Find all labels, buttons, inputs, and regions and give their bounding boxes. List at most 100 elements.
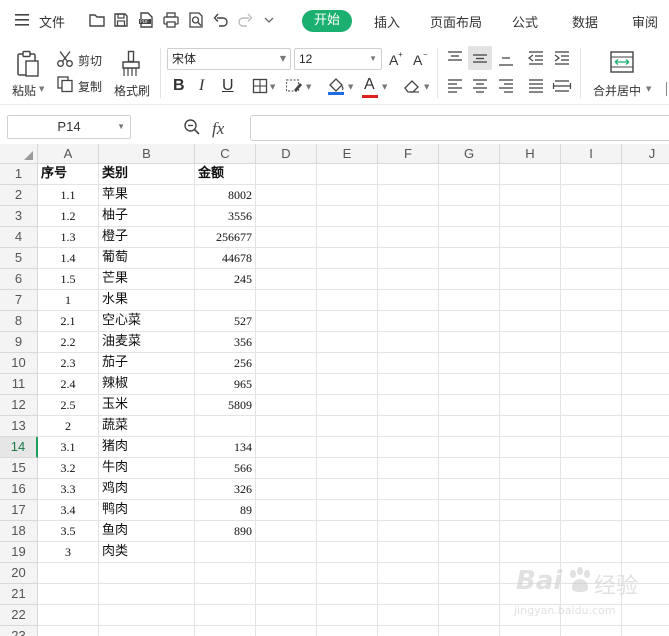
cell[interactable] — [99, 605, 195, 626]
cell[interactable] — [99, 563, 195, 584]
cell[interactable] — [256, 458, 317, 479]
cell[interactable] — [38, 563, 99, 584]
cell[interactable] — [378, 626, 439, 636]
print-icon[interactable] — [162, 11, 180, 29]
cell[interactable]: 1.4 — [38, 248, 99, 269]
cell[interactable] — [500, 269, 561, 290]
cell[interactable]: 1.2 — [38, 206, 99, 227]
cell[interactable] — [500, 521, 561, 542]
cell[interactable]: 类别 — [99, 164, 195, 185]
cell[interactable] — [378, 563, 439, 584]
merge-center-button[interactable]: 合并居中 — [593, 82, 641, 99]
cell[interactable] — [256, 290, 317, 311]
cell[interactable]: 油麦菜 — [99, 332, 195, 353]
cell[interactable] — [195, 290, 256, 311]
cell[interactable] — [439, 374, 500, 395]
cell[interactable] — [622, 332, 669, 353]
cell[interactable] — [256, 416, 317, 437]
cell[interactable] — [439, 542, 500, 563]
row-header[interactable]: 16 — [0, 479, 38, 500]
fill-color-icon[interactable] — [326, 76, 346, 96]
column-header[interactable]: D — [256, 144, 317, 164]
cell[interactable] — [439, 605, 500, 626]
cell[interactable] — [561, 521, 622, 542]
row-header[interactable]: 19 — [0, 542, 38, 563]
cell[interactable]: 玉米 — [99, 395, 195, 416]
cell[interactable] — [622, 395, 669, 416]
cell[interactable] — [317, 437, 378, 458]
tab-home[interactable]: 开始 — [302, 10, 352, 32]
cell[interactable] — [622, 374, 669, 395]
column-header[interactable]: B — [99, 144, 195, 164]
decrease-indent-icon[interactable] — [526, 48, 546, 68]
cell[interactable] — [561, 458, 622, 479]
cell[interactable]: 326 — [195, 479, 256, 500]
cell[interactable]: 3.1 — [38, 437, 99, 458]
row-header[interactable]: 14 — [0, 437, 38, 458]
cell[interactable] — [622, 248, 669, 269]
cell[interactable]: 橙子 — [99, 227, 195, 248]
cell[interactable] — [439, 395, 500, 416]
hamburger-menu-icon[interactable] — [14, 13, 30, 27]
cell[interactable] — [378, 248, 439, 269]
cell[interactable] — [256, 521, 317, 542]
cell[interactable] — [378, 206, 439, 227]
cell[interactable]: 2.3 — [38, 353, 99, 374]
cell[interactable]: 3.3 — [38, 479, 99, 500]
cell[interactable] — [439, 500, 500, 521]
row-header[interactable]: 20 — [0, 563, 38, 584]
cell[interactable] — [99, 584, 195, 605]
insert-function-button[interactable]: fx — [212, 119, 224, 139]
paste-dropdown-icon[interactable]: ▼ — [39, 85, 44, 93]
tab-page-layout[interactable]: 页面布局 — [430, 12, 482, 31]
cell[interactable] — [317, 500, 378, 521]
cell[interactable]: 葡萄 — [99, 248, 195, 269]
chevron-down-icon[interactable]: ▼ — [348, 83, 353, 91]
cell[interactable] — [378, 584, 439, 605]
cell[interactable] — [317, 353, 378, 374]
cell[interactable] — [378, 500, 439, 521]
row-header[interactable]: 21 — [0, 584, 38, 605]
cell[interactable] — [195, 626, 256, 636]
distributed-align-icon[interactable] — [552, 76, 572, 96]
merge-center-icon[interactable] — [609, 50, 635, 74]
cell[interactable]: 1.3 — [38, 227, 99, 248]
column-header[interactable]: I — [561, 144, 622, 164]
cell[interactable] — [561, 374, 622, 395]
cell[interactable]: 965 — [195, 374, 256, 395]
cell[interactable] — [317, 542, 378, 563]
row-header[interactable]: 2 — [0, 185, 38, 206]
cell[interactable] — [378, 479, 439, 500]
align-center-icon[interactable] — [470, 76, 490, 96]
cell[interactable] — [256, 584, 317, 605]
scissors-icon[interactable] — [56, 50, 74, 68]
underline-button[interactable]: U — [222, 77, 234, 95]
row-header[interactable]: 5 — [0, 248, 38, 269]
cell[interactable]: 1.1 — [38, 185, 99, 206]
cell[interactable] — [256, 395, 317, 416]
cell[interactable] — [500, 290, 561, 311]
cell[interactable] — [500, 353, 561, 374]
cell[interactable] — [256, 185, 317, 206]
cell[interactable]: 134 — [195, 437, 256, 458]
cell[interactable] — [439, 353, 500, 374]
cell[interactable] — [439, 416, 500, 437]
cell[interactable] — [439, 164, 500, 185]
cell[interactable] — [500, 185, 561, 206]
cell[interactable] — [561, 311, 622, 332]
cell[interactable]: 5809 — [195, 395, 256, 416]
cell[interactable] — [500, 479, 561, 500]
font-name-dropdown[interactable]: 宋体 ▼ — [167, 48, 291, 70]
cell[interactable] — [378, 395, 439, 416]
format-painter-button[interactable]: 格式刷 — [114, 82, 150, 99]
cell[interactable]: 256 — [195, 353, 256, 374]
cell[interactable]: 245 — [195, 269, 256, 290]
row-header[interactable]: 7 — [0, 290, 38, 311]
cell[interactable] — [317, 416, 378, 437]
cell[interactable] — [561, 206, 622, 227]
cell[interactable] — [439, 584, 500, 605]
cell[interactable] — [439, 185, 500, 206]
align-left-icon[interactable] — [445, 76, 465, 96]
cell[interactable] — [500, 311, 561, 332]
cell[interactable] — [622, 206, 669, 227]
